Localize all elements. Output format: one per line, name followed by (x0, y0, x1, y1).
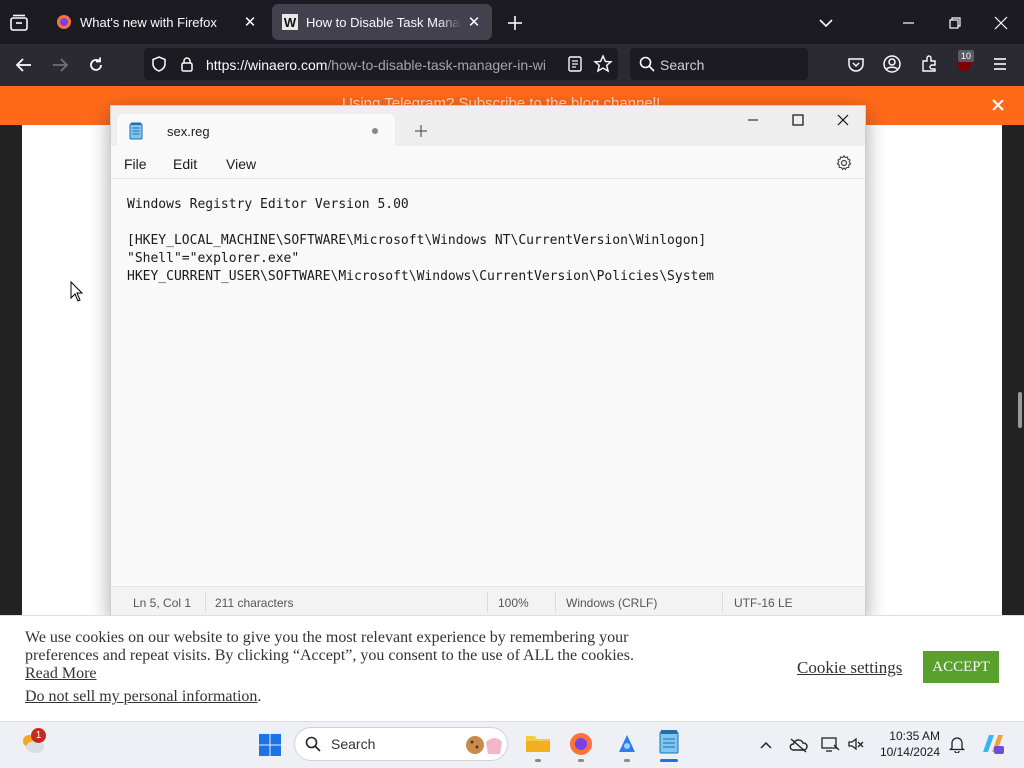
cursor-position: Ln 5, Col 1 (133, 596, 192, 610)
close-tab-icon[interactable]: ✕ (238, 10, 262, 34)
back-icon[interactable] (13, 54, 35, 76)
browser-tab-whats-new[interactable]: What's new with Firefox ✕ (46, 4, 268, 40)
clock-time[interactable]: 10:35 AM (868, 729, 940, 743)
notepad-taskbar-icon[interactable] (657, 728, 681, 756)
close-tab-icon[interactable]: ✕ (462, 10, 486, 34)
notepad-window: sex.reg File Edit View Windows Registry … (110, 105, 866, 617)
chevron-down-icon[interactable] (815, 12, 837, 34)
search-icon (305, 736, 321, 752)
new-tab-icon[interactable] (504, 12, 526, 34)
tab-title: How to Disable Task Manager (306, 14, 462, 30)
url-text[interactable]: https://winaero.com/how-to-disable-task-… (206, 57, 556, 73)
do-not-sell-link[interactable]: Do not sell my personal information (25, 688, 257, 705)
extension-badge: 10 (958, 50, 975, 62)
running-indicator (624, 759, 630, 762)
reader-view-icon[interactable] (566, 55, 584, 73)
firefox-icon (56, 14, 72, 30)
cookie-text-line2: preferences and repeat visits. By clicki… (25, 647, 634, 664)
tracking-shield-icon[interactable] (150, 55, 168, 73)
file-explorer-icon[interactable] (525, 732, 551, 754)
line-ending: Windows (CRLF) (566, 596, 658, 610)
browser-tab-active[interactable]: W How to Disable Task Manager ✕ (272, 4, 492, 40)
network-icon[interactable] (820, 735, 840, 753)
banner-close-icon[interactable] (991, 98, 1005, 112)
account-icon[interactable] (882, 54, 902, 74)
unsaved-dot-icon[interactable] (372, 128, 378, 134)
notepad-text-editor[interactable]: Windows Registry Editor Version 5.00 [HK… (127, 196, 714, 286)
taskbar-search-placeholder[interactable]: Search (331, 736, 375, 752)
weather-notification-badge: 1 (31, 728, 46, 743)
notepad-menu-bar (111, 146, 865, 179)
url-host: https://winaero.com (206, 57, 328, 73)
status-divider (722, 592, 723, 612)
read-more-link[interactable]: Read More (25, 665, 97, 683)
minimize-icon[interactable] (745, 112, 761, 128)
zoom-level: 100% (498, 596, 529, 610)
tab-title: What's new with Firefox (80, 14, 217, 30)
menu-file[interactable]: File (124, 156, 147, 172)
settings-app-icon[interactable] (615, 732, 639, 756)
firefox-taskbar-icon[interactable] (569, 732, 593, 756)
status-divider (555, 592, 556, 612)
encoding: UTF-16 LE (734, 596, 793, 610)
character-count: 211 characters (215, 596, 294, 610)
pocket-icon[interactable] (846, 55, 866, 75)
hamburger-menu-icon[interactable] (990, 54, 1010, 74)
running-indicator (578, 759, 584, 762)
copilot-icon[interactable] (980, 732, 1006, 756)
page-scrollbar-thumb[interactable] (1018, 392, 1022, 428)
status-divider (487, 592, 488, 612)
active-indicator (660, 759, 678, 762)
settings-gear-icon[interactable] (835, 154, 853, 172)
reload-icon[interactable] (85, 54, 107, 76)
forward-icon[interactable] (49, 54, 71, 76)
extensions-icon[interactable] (919, 54, 939, 74)
accept-cookies-button[interactable]: ACCEPT (923, 651, 999, 683)
menu-edit[interactable]: Edit (173, 156, 197, 172)
notepad-app-icon (129, 122, 143, 140)
close-icon[interactable] (835, 112, 851, 128)
svg-text:W: W (284, 15, 297, 30)
restore-icon[interactable] (944, 12, 966, 34)
lock-icon[interactable] (178, 55, 196, 73)
running-indicator (535, 759, 541, 762)
search-input[interactable]: Search (660, 57, 704, 73)
notepad-tab-title: sex.reg (167, 124, 210, 139)
close-window-icon[interactable] (990, 12, 1012, 34)
cookie-text-line1: We use cookies on our website to give yo… (25, 629, 629, 646)
notification-bell-icon[interactable] (948, 735, 966, 753)
menu-view[interactable]: View (226, 156, 256, 172)
notepad-file-tab[interactable] (117, 114, 395, 146)
search-highlight-icon (464, 732, 504, 756)
mouse-cursor-icon (70, 281, 84, 303)
volume-muted-icon[interactable] (846, 735, 866, 753)
winaero-icon: W (282, 14, 298, 30)
period: . (257, 688, 262, 705)
new-tab-icon[interactable] (413, 123, 429, 139)
status-divider (205, 592, 206, 612)
tab-list-icon[interactable] (8, 12, 30, 34)
clock-date[interactable]: 10/14/2024 (868, 745, 940, 759)
do-not-sell-wrapper: Do not sell my personal information. (25, 688, 261, 706)
minimize-icon[interactable] (898, 12, 920, 34)
bookmark-star-icon[interactable] (593, 54, 613, 74)
url-path: /how-to-disable-task-manager-in-wi (327, 57, 547, 73)
maximize-icon[interactable] (790, 112, 806, 128)
search-bar[interactable] (630, 48, 808, 80)
onedrive-icon[interactable] (788, 736, 808, 754)
search-icon (638, 55, 656, 73)
chevron-up-icon[interactable] (758, 737, 774, 753)
cookie-settings-link[interactable]: Cookie settings (797, 659, 902, 677)
start-windows-icon[interactable] (258, 733, 282, 757)
